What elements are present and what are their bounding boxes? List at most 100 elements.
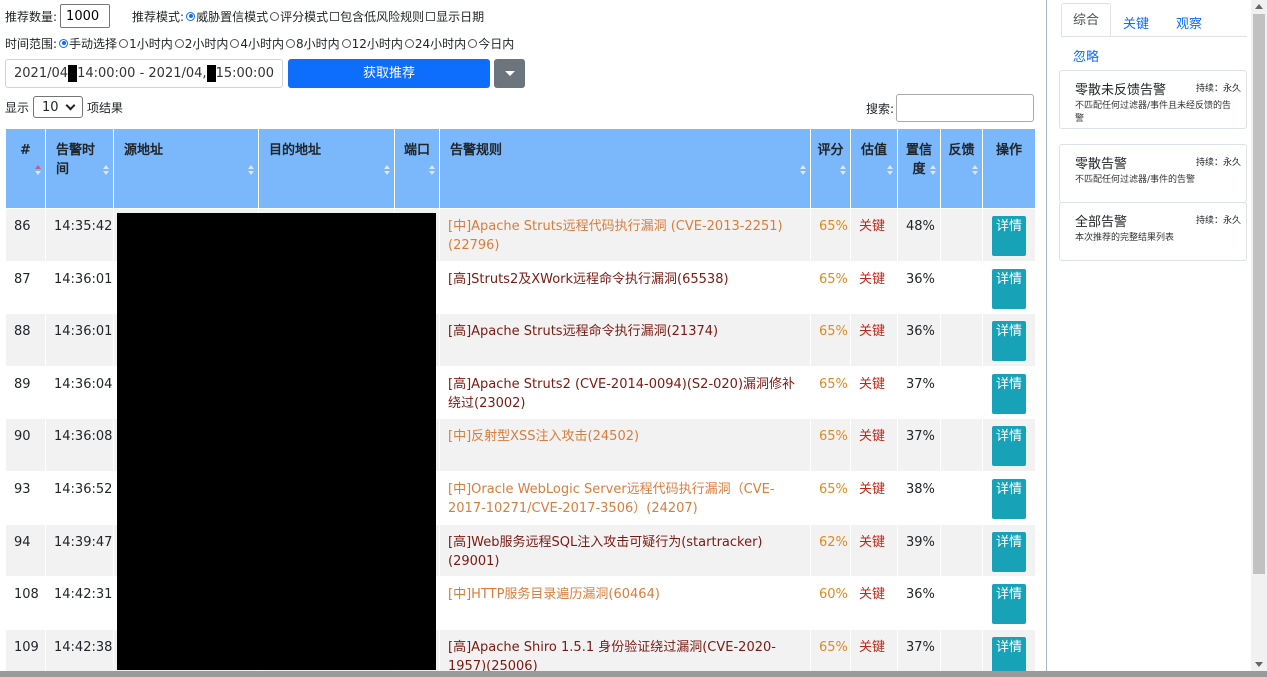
col-header-score[interactable]: 评分 (810, 128, 851, 209)
fetch-recommendation-button[interactable]: 获取推荐 (288, 59, 490, 88)
card-unfeedback-alerts[interactable]: 零散未反馈告警 持续：永久 不匹配任何过滤器/事件且未经反馈的告警 (1059, 70, 1247, 129)
time-12h-radio[interactable]: 12小时内 (341, 35, 403, 52)
row-estimate: 关键 (850, 523, 898, 578)
time-8h-radio[interactable]: 8小时内 (285, 35, 340, 52)
detail-button[interactable]: 详情 (992, 478, 1026, 519)
row-action: 详情 (982, 576, 1036, 630)
row-confidence: 36% (897, 313, 941, 367)
row-feedback (940, 628, 983, 671)
row-confidence: 37% (897, 628, 941, 671)
row-rule: [高]Apache Shiro 1.5.1 身份验证绕过漏洞(CVE-2020-… (439, 628, 811, 671)
results-label: 项结果 (87, 100, 124, 115)
time-manual-radio[interactable]: 手动选择 (59, 35, 117, 52)
col-header-rule[interactable]: 告警规则 (439, 128, 811, 209)
scroll-down-icon[interactable] (1255, 662, 1263, 667)
col-header-port[interactable]: 端口 (394, 128, 440, 209)
tab-ignore[interactable]: 忽略 (1073, 46, 1099, 65)
row-index: 86 (5, 208, 46, 262)
show-date-checkbox[interactable]: 显示日期 (426, 8, 484, 25)
table-search: 搜索: (866, 94, 1035, 122)
detail-button[interactable]: 详情 (992, 373, 1026, 414)
row-rule: [中]反射型XSS注入攻击(24502) (439, 418, 811, 472)
row-estimate: 关键 (850, 208, 898, 262)
mode-threat-radio[interactable]: 威胁置信模式 (186, 8, 268, 25)
col-header-destination[interactable]: 目的地址 (258, 128, 395, 209)
row-feedback (940, 418, 983, 472)
detail-button[interactable]: 详情 (992, 321, 1026, 362)
redaction-block (68, 65, 78, 82)
row-rule: [中]HTTP服务目录遍历漏洞(60464) (439, 576, 811, 630)
tabs-underline (1061, 36, 1247, 37)
row-time: 14:36:01 (45, 260, 114, 315)
row-confidence: 36% (897, 260, 941, 315)
time-today-radio[interactable]: 今日内 (468, 35, 514, 52)
row-index: 89 (5, 365, 46, 420)
sort-icon (429, 165, 435, 175)
row-time: 14:36:08 (45, 418, 114, 472)
sort-icon (972, 165, 978, 175)
card-all-alerts[interactable]: 全部告警 持续：永久 本次推荐的完整结果列表 (1059, 202, 1247, 261)
col-header-source[interactable]: 源地址 (113, 128, 259, 209)
card-description: 本次推荐的完整结果列表 (1075, 233, 1175, 243)
scroll-up-icon[interactable] (1255, 4, 1263, 9)
row-feedback (940, 576, 983, 630)
search-input[interactable] (896, 94, 1035, 122)
sort-icon (887, 165, 893, 175)
count-input[interactable] (60, 4, 111, 28)
radio-icon (270, 11, 280, 21)
tab-overview[interactable]: 综合 (1061, 3, 1111, 37)
scrollbar-thumb[interactable] (1253, 14, 1265, 574)
detail-button[interactable]: 详情 (992, 268, 1026, 309)
radio-checked-icon (186, 11, 196, 21)
row-confidence: 38% (897, 470, 941, 525)
row-score: 65% (810, 628, 851, 671)
mode-score-radio[interactable]: 评分模式 (270, 8, 328, 25)
chevron-down-icon (65, 100, 76, 110)
dropdown-toggle-button[interactable] (494, 59, 525, 88)
detail-button[interactable]: 详情 (992, 426, 1026, 467)
detail-button[interactable]: 详情 (992, 531, 1026, 572)
card-scattered-alerts[interactable]: 零散告警 持续：永久 不匹配任何过滤器/事件的告警 (1059, 144, 1247, 203)
col-header-confidence[interactable]: 置信度 (897, 128, 941, 209)
tab-critical[interactable]: 关键 (1123, 13, 1149, 32)
detail-button[interactable]: 详情 (992, 216, 1026, 256)
time-4h-radio[interactable]: 4小时内 (230, 35, 284, 52)
search-label: 搜索: (866, 101, 895, 116)
address-redaction-block (117, 213, 436, 670)
row-action: 详情 (982, 628, 1036, 671)
row-confidence: 37% (897, 365, 941, 420)
row-score: 62% (810, 523, 851, 578)
row-score: 60% (810, 576, 851, 630)
time-2h-radio[interactable]: 2小时内 (174, 35, 228, 52)
sort-icon (840, 165, 846, 175)
vertical-scrollbar[interactable] (1251, 0, 1267, 671)
card-description: 不匹配任何过滤器/事件的告警 (1075, 175, 1196, 185)
row-feedback (940, 365, 983, 420)
row-index: 109 (5, 628, 46, 671)
date-range-input[interactable]: 2021/04 14:00:00 - 2021/04, 15:00:00 (5, 59, 283, 88)
row-score: 65% (810, 208, 851, 262)
row-action: 详情 (982, 313, 1036, 367)
row-time: 14:36:52 (45, 470, 114, 525)
low-risk-checkbox[interactable]: 包含低风险规则 (330, 8, 424, 25)
time-range-row: 时间范围: 手动选择 1小时内 2小时内 4小时内 8小时内 12小时内 24小… (5, 33, 514, 53)
col-header-time[interactable]: 告警时间 (45, 128, 114, 209)
col-header-estimate[interactable]: 估值 (850, 128, 898, 209)
col-header-feedback[interactable]: 反馈 (940, 128, 983, 209)
time-1h-radio[interactable]: 1小时内 (119, 35, 173, 52)
row-time: 14:39:47 (45, 523, 114, 578)
redaction-block (206, 65, 216, 82)
page-size-select[interactable]: 10 (33, 96, 84, 118)
detail-button[interactable]: 详情 (992, 584, 1026, 625)
col-header-index[interactable]: # (5, 128, 46, 209)
sort-icon (103, 165, 109, 175)
checkbox-icon (330, 11, 340, 21)
radio-icon (119, 38, 129, 48)
row-estimate: 关键 (850, 313, 898, 367)
horizontal-scrollbar[interactable] (0, 671, 1267, 677)
detail-button[interactable]: 详情 (992, 636, 1026, 671)
sort-icon (384, 165, 390, 175)
radio-icon (404, 38, 414, 48)
time-24h-radio[interactable]: 24小时内 (404, 35, 466, 52)
tab-observe[interactable]: 观察 (1176, 13, 1202, 32)
